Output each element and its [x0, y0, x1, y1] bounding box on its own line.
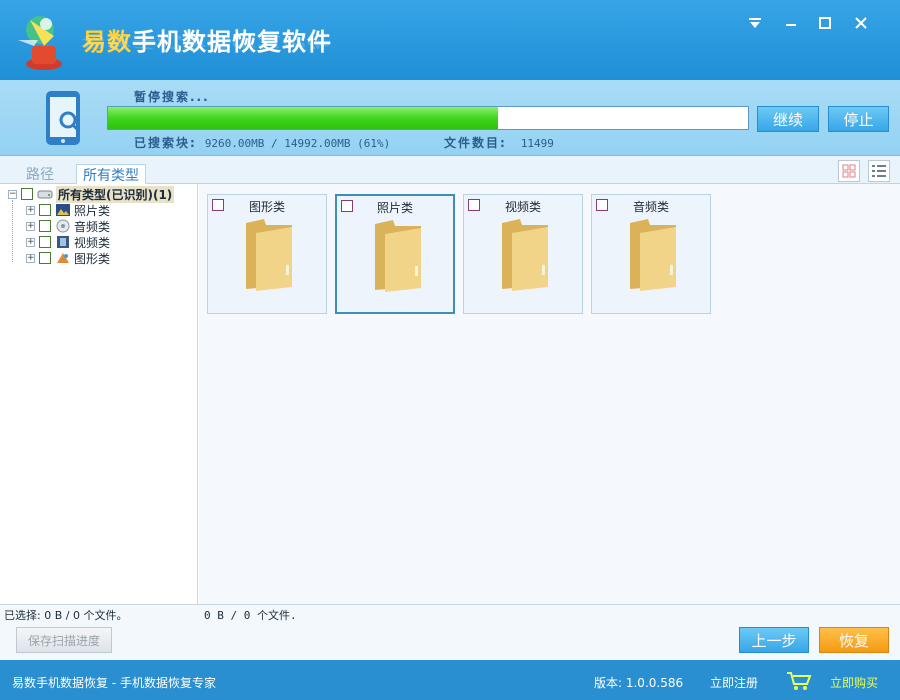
card-label: 视频类 — [504, 200, 541, 214]
stop-button[interactable]: 停止 — [828, 106, 889, 132]
grid-view-icon[interactable] — [838, 160, 860, 182]
search-progress-fill — [108, 107, 499, 129]
buy-now-link[interactable]: 立即购买 — [830, 674, 878, 691]
tree-connector — [12, 200, 13, 262]
tree-item-checkbox[interactable] — [39, 220, 51, 232]
tree-item-label: 音频类 — [74, 219, 111, 234]
selected-total: 0 B / 0 个文件. — [204, 609, 297, 622]
status-footer: 易数手机数据恢复 - 手机数据恢复专家 版本: 1.0.0.586 立即注册 立… — [0, 660, 900, 700]
collapse-icon[interactable]: − — [8, 189, 17, 199]
search-status: 暂停搜索... — [134, 90, 210, 104]
minimize-icon[interactable] — [778, 10, 804, 36]
selected-summary: 已选择: 0 B / 0 个文件。 — [4, 609, 128, 622]
folder-icon — [630, 219, 676, 291]
category-card[interactable]: 图形类 — [207, 194, 327, 314]
main-content: − 所有类型(已识别)(1) + 照片类 + 音频类 + 视频类 + 图形类 图… — [0, 184, 900, 604]
search-progress-bar — [107, 106, 749, 130]
cart-icon[interactable] — [786, 670, 812, 692]
maximize-icon[interactable] — [812, 10, 838, 36]
category-grid: 图形类 照片类 视频类 音频类 — [199, 184, 900, 604]
expand-icon[interactable]: + — [26, 205, 35, 215]
tree-item-audio[interactable]: + 音频类 — [26, 218, 110, 234]
expand-icon[interactable]: + — [26, 253, 35, 263]
card-label: 图形类 — [248, 200, 285, 214]
tab-all-types[interactable]: 所有类型 — [76, 164, 146, 184]
tree-item-label: 照片类 — [74, 203, 111, 218]
folder-icon — [502, 219, 548, 291]
save-scan-progress-button[interactable]: 保存扫描进度 — [16, 627, 112, 653]
folder-icon — [246, 219, 292, 291]
recover-button[interactable]: 恢复 — [819, 627, 889, 653]
card-label: 音频类 — [632, 200, 669, 214]
tree-root[interactable]: − 所有类型(已识别)(1) — [8, 185, 175, 203]
tree-item-checkbox[interactable] — [39, 204, 51, 216]
list-view-icon[interactable] — [868, 160, 890, 182]
close-icon[interactable] — [848, 10, 874, 36]
searched-blocks: 已搜索块: 9260.00MB / 14992.00MB (61%) — [134, 136, 391, 150]
video-icon — [57, 236, 69, 248]
file-count: 文件数目: 11499 — [444, 136, 554, 150]
category-card[interactable]: 视频类 — [463, 194, 583, 314]
continue-button[interactable]: 继续 — [757, 106, 819, 132]
expand-icon[interactable]: + — [26, 221, 35, 231]
register-link[interactable]: 立即注册 — [710, 674, 758, 691]
category-card[interactable]: 音频类 — [591, 194, 711, 314]
drive-icon — [37, 190, 53, 199]
phone-search-icon — [46, 91, 81, 145]
audio-icon — [56, 219, 70, 233]
view-tabs: 路径 所有类型 — [0, 156, 900, 184]
tab-path[interactable]: 路径 — [20, 164, 60, 184]
version-label: 版本: 1.0.0.586 — [594, 676, 684, 690]
title-bar: 易数手机数据恢复软件 易数手机数据恢复软件 — [0, 0, 900, 80]
tree-item-video[interactable]: + 视频类 — [26, 234, 110, 250]
app-logo-icon — [18, 16, 62, 70]
card-label: 照片类 — [376, 201, 413, 215]
selection-bar: 已选择: 0 B / 0 个文件。 0 B / 0 个文件. 保存扫描进度 上一… — [0, 604, 900, 660]
app-title-reflection: 易数手机数据恢复软件 — [82, 33, 332, 51]
progress-panel: 暂停搜索... 继续 停止 已搜索块: 9260.00MB / 14992.00M… — [0, 80, 900, 156]
type-tree: − 所有类型(已识别)(1) + 照片类 + 音频类 + 视频类 + 图形类 — [0, 184, 198, 604]
photo-icon — [56, 204, 70, 216]
category-card-selected[interactable]: 照片类 — [335, 194, 455, 314]
tree-root-checkbox[interactable] — [21, 188, 33, 200]
tree-item-checkbox[interactable] — [39, 236, 51, 248]
menu-icon[interactable] — [742, 10, 768, 36]
tree-item-label: 视频类 — [74, 235, 111, 250]
tree-item-label: 图形类 — [74, 251, 111, 266]
back-button[interactable]: 上一步 — [739, 627, 809, 653]
tree-item-graphic[interactable]: + 图形类 — [26, 250, 110, 266]
footer-slogan: 易数手机数据恢复 - 手机数据恢复专家 — [12, 676, 216, 690]
expand-icon[interactable]: + — [26, 237, 35, 247]
graphic-icon — [57, 253, 69, 263]
tree-root-label: 所有类型(已识别)(1) — [56, 185, 175, 203]
tree-item-checkbox[interactable] — [39, 252, 51, 264]
tree-item-photo[interactable]: + 照片类 — [26, 202, 110, 218]
folder-icon — [375, 220, 421, 292]
